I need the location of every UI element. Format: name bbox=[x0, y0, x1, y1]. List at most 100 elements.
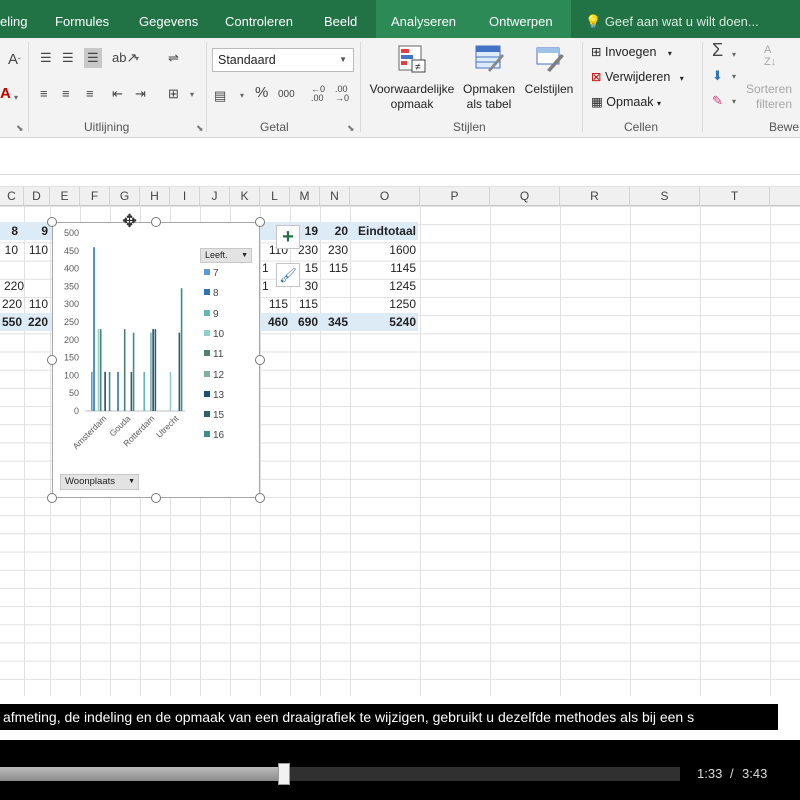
column-header-r[interactable]: R bbox=[560, 187, 630, 206]
chart-styles-brush-icon[interactable]: 🖌 bbox=[276, 263, 300, 287]
column-header-i[interactable]: I bbox=[170, 187, 200, 206]
chart-bar[interactable] bbox=[93, 247, 95, 411]
percent-style-icon[interactable]: % bbox=[255, 85, 268, 101]
delete-cells-button[interactable]: ⊠ Verwijderen ▾ bbox=[591, 69, 684, 84]
pivot-total-cell[interactable]: 460 bbox=[262, 313, 288, 331]
tell-me-box[interactable]: 💡 Geef aan wat u wilt doen... bbox=[585, 0, 759, 38]
column-header-t[interactable]: T bbox=[700, 187, 770, 206]
pivot-header-cell[interactable]: 8 bbox=[0, 222, 18, 240]
chart-bar[interactable] bbox=[123, 329, 126, 411]
chart-bar[interactable] bbox=[99, 329, 102, 411]
font-color-icon[interactable]: A bbox=[0, 86, 11, 102]
column-header-d[interactable]: D bbox=[24, 187, 50, 206]
resize-handle[interactable] bbox=[151, 217, 161, 227]
fill-dropdown-icon[interactable]: ▾ bbox=[732, 72, 736, 81]
pivot-cell[interactable]: 220 bbox=[0, 277, 24, 295]
formula-bar-area[interactable] bbox=[0, 139, 800, 175]
resize-handle[interactable] bbox=[255, 355, 265, 365]
pivot-chart[interactable]: 0 50 100 150 200 250 300 350 400 450 500 Amsterdam G… bbox=[52, 222, 260, 498]
align-bottom-icon[interactable]: ☰ bbox=[84, 48, 102, 68]
chart-bar[interactable] bbox=[130, 371, 133, 411]
chart-bar[interactable] bbox=[150, 332, 152, 411]
column-header-e[interactable]: E bbox=[50, 187, 80, 206]
column-header-k[interactable]: K bbox=[230, 187, 260, 206]
tab-view[interactable]: Beeld bbox=[324, 0, 357, 38]
pivot-cell[interactable]: 10 bbox=[0, 241, 18, 259]
legend-item[interactable]: 7 bbox=[204, 268, 219, 280]
column-header-s[interactable]: S bbox=[630, 187, 700, 206]
tab-analyze[interactable]: Analyseren bbox=[376, 0, 472, 38]
pivot-cell[interactable]: 1 bbox=[262, 277, 272, 295]
chart-bar[interactable] bbox=[152, 329, 154, 411]
column-header-p[interactable]: P bbox=[420, 187, 490, 206]
pivot-grand-total[interactable]: 5240 bbox=[350, 313, 416, 331]
legend-item[interactable]: 15 bbox=[204, 410, 224, 422]
column-header-h[interactable]: H bbox=[140, 187, 170, 206]
chart-bar[interactable] bbox=[169, 371, 172, 411]
column-header-c[interactable]: C bbox=[0, 187, 24, 206]
resize-handle[interactable] bbox=[47, 217, 57, 227]
pivot-header-cell[interactable]: 20 bbox=[320, 222, 348, 240]
column-header-j[interactable]: J bbox=[200, 187, 230, 206]
column-header-f[interactable]: F bbox=[80, 187, 110, 206]
format-cells-button[interactable]: ▦ Opmaak ▾ bbox=[591, 94, 661, 109]
clear-icon[interactable]: ✎ bbox=[712, 93, 723, 109]
tab-review[interactable]: Controleren bbox=[225, 0, 293, 38]
chart-bar[interactable] bbox=[132, 332, 135, 411]
font-size-down-icon[interactable]: Aˇ bbox=[8, 52, 21, 70]
align-left-icon[interactable]: ≡ bbox=[40, 86, 48, 102]
comma-style-icon[interactable]: 000 bbox=[278, 87, 295, 103]
chart-bar[interactable] bbox=[104, 371, 106, 411]
decrease-decimal-icon[interactable]: .00 →0 bbox=[335, 85, 349, 103]
chart-elements-plus-icon[interactable]: + bbox=[276, 225, 300, 249]
sort-filter-label-1[interactable]: Sorteren bbox=[746, 82, 792, 97]
column-header-l[interactable]: L bbox=[260, 187, 290, 206]
autosum-dropdown-icon[interactable]: ▾ bbox=[732, 50, 736, 59]
chart-bar[interactable] bbox=[154, 329, 157, 411]
accounting-format-icon[interactable]: ▤ bbox=[214, 88, 226, 104]
resize-handle[interactable] bbox=[255, 217, 265, 227]
pivot-total-cell[interactable]: 345 bbox=[320, 313, 348, 331]
pivot-row-total[interactable]: 1245 bbox=[350, 277, 416, 295]
tab-start-layout[interactable]: eling bbox=[0, 0, 27, 38]
insert-cells-button[interactable]: ⊞ Invoegen ▾ bbox=[591, 44, 672, 59]
resize-handle[interactable] bbox=[151, 493, 161, 503]
legend-item[interactable]: 9 bbox=[204, 309, 219, 321]
sort-filter-icon[interactable]: A Z↓ bbox=[764, 44, 776, 68]
orientation-dropdown-icon[interactable]: ▾ bbox=[135, 54, 139, 63]
merge-dropdown-icon[interactable]: ▾ bbox=[190, 90, 194, 99]
chart-bar[interactable] bbox=[108, 371, 111, 411]
legend-item[interactable]: 16 bbox=[204, 430, 224, 442]
chart-bar[interactable] bbox=[180, 288, 183, 411]
pivot-row-total[interactable]: 1250 bbox=[350, 295, 416, 313]
pivot-total-cell[interactable]: 550 bbox=[0, 313, 22, 331]
orientation-icon[interactable]: ab↗ bbox=[112, 50, 137, 66]
axis-field-button[interactable]: Woonplaats ▼ bbox=[60, 474, 139, 490]
number-launcher-icon[interactable]: ⬊ bbox=[347, 123, 355, 134]
pivot-row-total[interactable]: 1145 bbox=[350, 259, 416, 277]
chart-bar[interactable] bbox=[91, 371, 93, 411]
merge-cells-icon[interactable]: ⊞ bbox=[168, 86, 179, 102]
pivot-row-total[interactable]: 1600 bbox=[350, 241, 416, 259]
legend-item[interactable]: 10 bbox=[204, 329, 224, 341]
font-launcher-icon[interactable]: ⬊ bbox=[16, 123, 24, 134]
pivot-cell[interactable]: 110 bbox=[24, 295, 48, 313]
legend-item[interactable]: 12 bbox=[204, 370, 224, 382]
column-header-g[interactable]: G bbox=[110, 187, 140, 206]
font-color-dropdown-icon[interactable]: ▾ bbox=[14, 93, 18, 102]
align-center-icon[interactable]: ≡ bbox=[62, 86, 70, 102]
pivot-total-cell[interactable]: 690 bbox=[290, 313, 318, 331]
pivot-cell[interactable]: 115 bbox=[290, 295, 318, 313]
resize-handle[interactable] bbox=[47, 493, 57, 503]
chart-bar[interactable] bbox=[117, 371, 119, 411]
align-right-icon[interactable]: ≡ bbox=[86, 86, 94, 102]
number-format-select[interactable]: Standaard ▼ bbox=[212, 48, 354, 72]
legend-field-button[interactable]: Leeft. ▼ bbox=[200, 248, 252, 263]
autosum-icon[interactable]: Σ bbox=[712, 41, 723, 59]
column-header-o[interactable]: O bbox=[350, 187, 420, 206]
clear-dropdown-icon[interactable]: ▾ bbox=[732, 97, 736, 106]
legend-item[interactable]: 13 bbox=[204, 390, 224, 402]
tab-data[interactable]: Gegevens bbox=[139, 0, 198, 38]
align-top-icon[interactable]: ☰ bbox=[40, 50, 52, 66]
tab-formulas[interactable]: Formules bbox=[55, 0, 109, 38]
